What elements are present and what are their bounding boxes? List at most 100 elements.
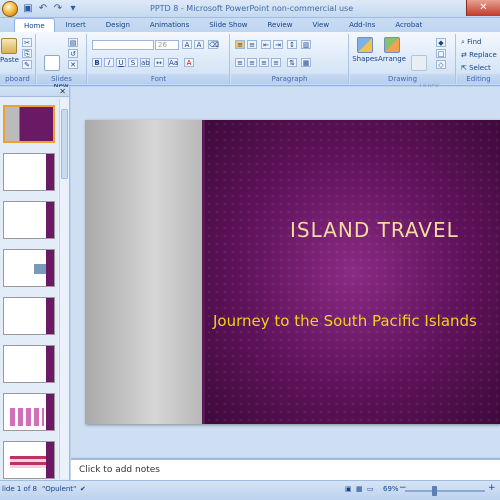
replace-button[interactable]: ⇄ Replace	[461, 51, 497, 60]
save-icon[interactable]: ▣	[22, 3, 34, 15]
slide-sorter-icon[interactable]: ▦	[356, 485, 363, 493]
italic-icon[interactable]: I	[104, 58, 114, 67]
zoom-in-icon[interactable]: +	[488, 483, 496, 493]
slide-thumbnail-4[interactable]	[3, 249, 55, 287]
slides-group: New Slide ▤ ↺ ✕ Slides	[37, 34, 87, 99]
find-button[interactable]: ⌕ Find	[461, 38, 482, 47]
decrease-indent-icon[interactable]: ⇤	[261, 40, 271, 49]
spellcheck-icon[interactable]: ✔	[80, 485, 86, 493]
replace-icon: ⇄	[461, 51, 467, 59]
tab-view[interactable]: View	[303, 18, 338, 32]
slide-subtitle[interactable]: Journey to the South Pacific Islands	[213, 312, 477, 330]
smartart-icon[interactable]: ▦	[301, 58, 311, 67]
thumbnail-table	[10, 456, 48, 468]
thumbnail-accent	[46, 250, 54, 286]
slide-thumbnail-8[interactable]	[3, 441, 55, 479]
tab-add-ins[interactable]: Add-Ins	[340, 18, 384, 32]
select-label: Select	[469, 64, 491, 72]
office-button[interactable]	[2, 1, 18, 17]
delete-slide-icon[interactable]: ✕	[68, 60, 78, 69]
slide-thumbnail-6[interactable]	[3, 345, 55, 383]
slide-thumbnail-5[interactable]	[3, 297, 55, 335]
grow-font-icon[interactable]: A	[182, 40, 192, 49]
shapes-button[interactable]: Shapes	[352, 37, 378, 64]
font-color-icon[interactable]: A	[184, 58, 194, 67]
format-painter-icon[interactable]: ✎	[22, 60, 32, 69]
qat-dropdown-icon[interactable]: ▾	[67, 3, 79, 15]
select-button[interactable]: ⇱ Select	[461, 64, 491, 73]
shadow-icon[interactable]: S	[128, 58, 138, 67]
arrange-label: Arrange	[378, 55, 406, 63]
shape-effects-icon[interactable]: ◇	[436, 60, 446, 69]
align-center-icon[interactable]: ≡	[247, 58, 257, 67]
slides-pane: ✕	[0, 87, 70, 480]
tab-slide-show[interactable]: Slide Show	[200, 18, 256, 32]
editing-group: ⌕ Find ⇄ Replace ⇱ Select Editing	[457, 34, 500, 84]
align-right-icon[interactable]: ≡	[259, 58, 269, 67]
shrink-font-icon[interactable]: A	[194, 40, 204, 49]
bullets-icon[interactable]: ≡	[235, 40, 245, 49]
thumbnail-accent	[46, 298, 54, 334]
notes-pane[interactable]: Click to add notes	[71, 458, 500, 480]
font-group-label: Font	[88, 74, 229, 84]
title-bar: ▣ ↶ ↷ ▾ PPTD 8 - Microsoft PowerPoint no…	[0, 0, 500, 18]
slide-title[interactable]: ISLAND TRAVEL	[290, 218, 459, 242]
new-slide-icon	[44, 55, 60, 71]
line-spacing-icon[interactable]: ↕	[287, 40, 297, 49]
slide-thumbnail-7[interactable]	[3, 393, 55, 431]
arrange-icon	[384, 37, 400, 53]
underline-icon[interactable]: U	[116, 58, 126, 67]
clear-formatting-icon[interactable]: ⌫	[208, 40, 219, 49]
font-name-combo[interactable]	[92, 40, 154, 50]
close-pane-icon[interactable]: ✕	[59, 87, 66, 96]
change-case-icon[interactable]: Aa	[168, 58, 178, 67]
quick-access-toolbar: ▣ ↶ ↷ ▾	[22, 3, 79, 15]
tab-animations[interactable]: Animations	[141, 18, 198, 32]
scrollbar-thumb[interactable]	[61, 109, 68, 179]
slide-count: lide 1 of 8	[2, 485, 37, 493]
replace-label: Replace	[469, 51, 497, 59]
zoom-slider-knob[interactable]	[432, 486, 437, 496]
slide-thumbnail-2[interactable]	[3, 153, 55, 191]
justify-icon[interactable]: ≡	[271, 58, 281, 67]
slide-canvas[interactable]: ISLAND TRAVEL Journey to the South Pacif…	[85, 120, 500, 424]
tab-home[interactable]: Home	[14, 18, 55, 33]
increase-indent-icon[interactable]: ⇥	[273, 40, 283, 49]
tab-review[interactable]: Review	[258, 18, 301, 32]
font-size-combo[interactable]: 26	[155, 40, 179, 50]
bold-icon[interactable]: B	[92, 58, 102, 67]
columns-icon[interactable]: ▥	[301, 40, 311, 49]
close-window-button[interactable]: ✕	[466, 0, 500, 16]
tab-acrobat[interactable]: Acrobat	[386, 18, 431, 32]
redo-icon[interactable]: ↷	[52, 3, 64, 15]
ribbon: Paste ✂ ⎘ ✎ pboard New Slide ▤ ↺ ✕ Slide…	[0, 32, 500, 99]
slide-thumbnail-1[interactable]	[3, 105, 55, 143]
zoom-slider[interactable]	[405, 486, 485, 496]
character-spacing-icon[interactable]: ↔	[154, 58, 164, 67]
slides-pane-scrollbar[interactable]	[59, 99, 69, 479]
layout-icon[interactable]: ▤	[68, 38, 78, 47]
cut-icon[interactable]: ✂	[22, 38, 32, 47]
quick-styles-icon	[411, 55, 427, 71]
clipboard-group-label: pboard	[0, 74, 35, 84]
tab-design[interactable]: Design	[97, 18, 139, 32]
normal-view-icon[interactable]: ▣	[345, 485, 352, 493]
text-direction-icon[interactable]: ⇅	[287, 58, 297, 67]
shapes-label: Shapes	[352, 55, 378, 63]
paste-button[interactable]: Paste	[0, 38, 19, 65]
zoom-level[interactable]: 69%	[383, 485, 399, 493]
copy-icon[interactable]: ⎘	[22, 49, 32, 58]
reset-icon[interactable]: ↺	[68, 49, 78, 58]
arrange-button[interactable]: Arrange	[378, 37, 406, 64]
align-left-icon[interactable]: ≡	[235, 58, 245, 67]
slide-show-icon[interactable]: ▭	[367, 485, 374, 493]
shape-outline-icon[interactable]: □	[436, 49, 446, 58]
shape-fill-icon[interactable]: ◆	[436, 38, 446, 47]
numbering-icon[interactable]: ≡	[247, 40, 257, 49]
strikethrough-icon[interactable]: ab	[140, 58, 150, 67]
slide-thumbnail-3[interactable]	[3, 201, 55, 239]
undo-icon[interactable]: ↶	[37, 3, 49, 15]
tab-insert[interactable]: Insert	[57, 18, 95, 32]
slides-group-label: Slides	[37, 74, 86, 84]
drawing-group-label: Drawing	[350, 74, 455, 84]
